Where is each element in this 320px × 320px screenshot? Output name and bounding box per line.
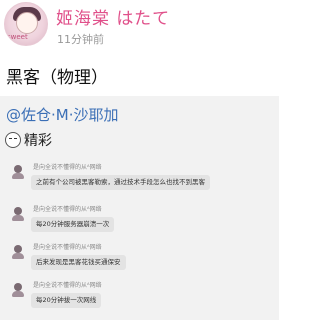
chat-avatar-icon [11, 207, 25, 221]
chat-bubble: 后来发现是黑客花钱买通保安 [31, 255, 126, 270]
chat-sender: 是向全说不懂得的从ᴬ网络 [33, 206, 102, 213]
username[interactable]: 姬海棠 はたて [56, 4, 170, 29]
chat-sender: 是向全说不懂得的从ᴬ网络 [33, 282, 102, 289]
chat-bubble: 之前有个公司被黑客勒索，通过技术手段怎么也找不到黑客 [31, 175, 210, 190]
face-emoji-icon [5, 132, 21, 148]
avatar-tag: sweet [7, 33, 28, 41]
chat-sender: 是向全说不懂得的从ᴬ网络 [33, 244, 102, 251]
post-header: sweet 姬海棠 はたて 11分钟前 [0, 0, 279, 56]
chat-sender: 是向全说不懂得的从ᴬ网络 [33, 164, 102, 171]
post-timestamp: 11分钟前 [57, 33, 104, 46]
chat-avatar-icon [11, 165, 25, 179]
chat-avatar-icon [11, 283, 25, 297]
quoted-post-card[interactable]: @佐仓·M·沙耶加 精彩 是向全说不懂得的从ᴬ网络 之前有个公司被黑客勒索，通过… [0, 96, 279, 320]
mention-link[interactable]: @佐仓·M·沙耶加 [6, 104, 118, 125]
avatar[interactable]: sweet [4, 2, 48, 46]
avatar-face [16, 12, 38, 34]
chat-screenshot-image[interactable]: 是向全说不懂得的从ᴬ网络 之前有个公司被黑客勒索，通过技术手段怎么也找不到黑客 … [0, 160, 279, 320]
quoted-comment: 精彩 [24, 133, 52, 149]
chat-bubble: 每20分钟拔一次网线 [31, 293, 102, 308]
chat-avatar-icon [11, 245, 25, 259]
post-title: 黑客（物理） [6, 68, 108, 88]
chat-bubble: 每20分钟服务器崩溃一次 [31, 217, 115, 232]
